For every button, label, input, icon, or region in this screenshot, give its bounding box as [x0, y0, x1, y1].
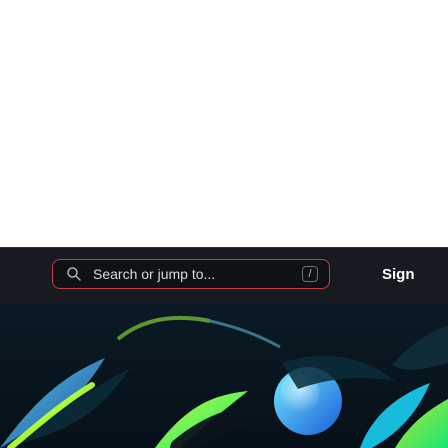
page: Search or jump to... / Sign [0, 0, 448, 448]
search-input[interactable]: Search or jump to... / [52, 259, 330, 289]
search-icon [65, 265, 83, 283]
hero-illustration-svg [0, 303, 448, 448]
sign-in-link[interactable]: Sign [382, 259, 448, 289]
search-placeholder: Search or jump to... [93, 266, 216, 282]
hero-illustration [0, 303, 448, 448]
search-shortcut-key: / [302, 266, 318, 282]
